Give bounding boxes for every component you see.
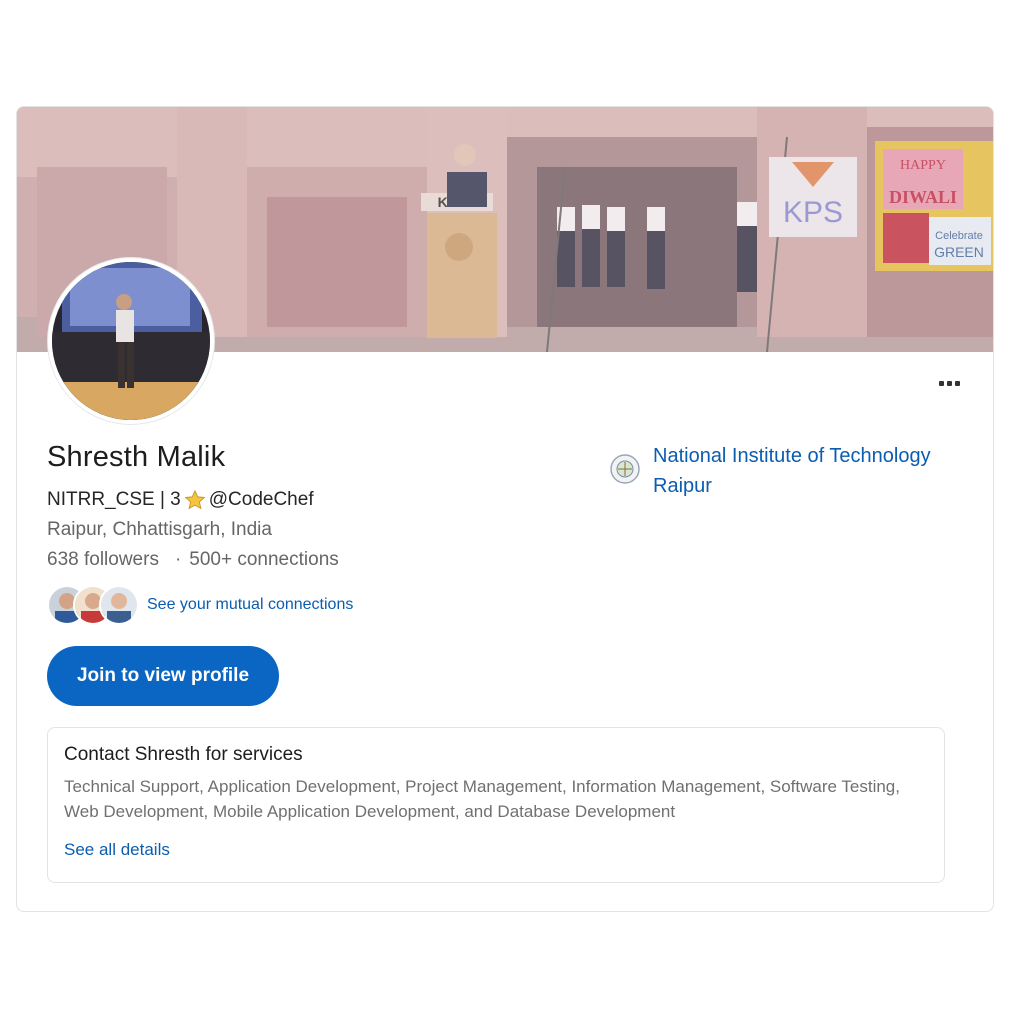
profile-name: Shresth Malik — [47, 441, 226, 473]
mutual-connections[interactable]: See your mutual connections — [47, 585, 353, 625]
school-logo-icon — [609, 453, 641, 485]
headline-text-before: NITRR_CSE | 3 — [47, 489, 181, 510]
profile-location: Raipur, Chhattisgarh, India — [47, 519, 272, 540]
services-list: Technical Support, Application Developme… — [64, 777, 900, 821]
followers-count: 638 followers — [47, 549, 159, 570]
mutual-avatars — [47, 585, 139, 625]
profile-stats: 638 followers · 500+ connections — [47, 549, 339, 571]
mutual-connections-link[interactable]: See your mutual connections — [147, 596, 353, 614]
profile-headline: NITRR_CSE | 3 @CodeChef — [47, 489, 314, 511]
headline-text-after: @CodeChef — [208, 489, 314, 510]
connections-count: 500+ connections — [189, 549, 339, 570]
profile-photo[interactable] — [48, 258, 214, 424]
see-all-details-link[interactable]: See all details — [64, 840, 928, 860]
mutual-avatar — [99, 585, 139, 625]
more-options-button[interactable] — [931, 369, 967, 397]
join-to-view-profile-button[interactable]: Join to view profile — [47, 646, 279, 706]
education-item[interactable]: National Institute of Technology Raipur — [609, 441, 969, 501]
star-icon — [184, 489, 206, 511]
stats-separator: · — [174, 549, 182, 570]
services-box: Contact Shresth for services Technical S… — [47, 727, 945, 883]
services-title: Contact Shresth for services — [64, 744, 303, 765]
school-name-link[interactable]: National Institute of Technology Raipur — [653, 441, 969, 501]
more-icon — [938, 380, 944, 386]
profile-card: K.P.S. — [16, 106, 994, 912]
